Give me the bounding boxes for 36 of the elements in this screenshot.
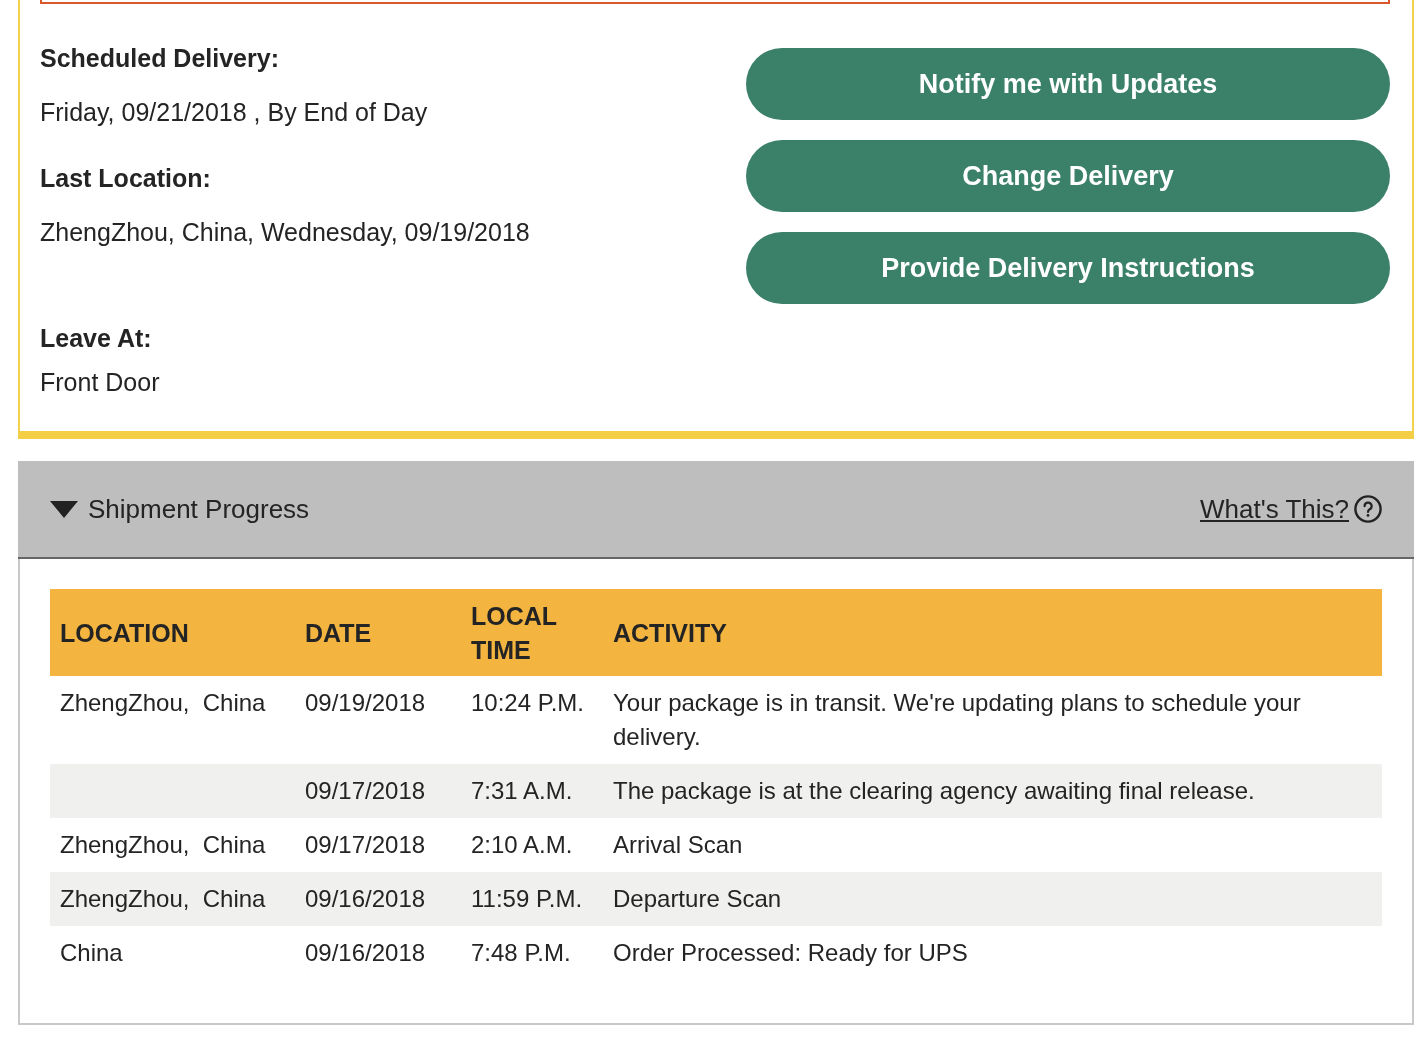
time-cell: 7:31 A.M. <box>461 764 603 818</box>
activity-cell: Departure Scan <box>603 872 1382 926</box>
time-cell: 11:59 P.M. <box>461 872 603 926</box>
column-header: LOCATION <box>50 589 295 676</box>
detail-value: Friday, 09/21/2018 , By End of Day <box>40 97 429 128</box>
action-button[interactable]: Change Delivery <box>746 140 1390 212</box>
detail-label: Leave At: <box>40 323 153 354</box>
column-header: LOCAL TIME <box>461 589 603 676</box>
detail-value: Front Door <box>40 367 161 398</box>
date-cell: 09/16/2018 <box>295 872 461 926</box>
column-header: ACTIVITY <box>603 589 1382 676</box>
detail-label: Last Location: <box>40 163 212 194</box>
detail-label: Scheduled Delivery: <box>40 43 280 74</box>
help-link[interactable]: What's This? <box>1200 493 1349 525</box>
detail-value: ZhengZhou, China, Wednesday, 09/19/2018 <box>40 217 531 248</box>
time-cell: 10:24 P.M. <box>461 676 603 764</box>
location-cell: ZhengZhou, China <box>50 676 295 764</box>
action-button[interactable]: Notify me with Updates <box>746 48 1390 120</box>
date-cell: 09/19/2018 <box>295 676 461 764</box>
date-cell: 09/17/2018 <box>295 818 461 872</box>
location-cell: ZhengZhou, China <box>50 818 295 872</box>
activity-cell: The package is at the clearing agency awaiting final release. <box>603 764 1382 818</box>
time-cell: 2:10 A.M. <box>461 818 603 872</box>
help-icon[interactable] <box>1354 495 1382 523</box>
time-cell: 7:48 P.M. <box>461 926 603 980</box>
date-cell: 09/17/2018 <box>295 764 461 818</box>
activity-cell: Order Processed: Ready for UPS <box>603 926 1382 980</box>
action-button[interactable]: Provide Delivery Instructions <box>746 232 1390 304</box>
location-cell: ZhengZhou, China <box>50 872 295 926</box>
activity-cell: Arrival Scan <box>603 818 1382 872</box>
expand-triangle-icon[interactable] <box>50 500 78 518</box>
section-title[interactable]: Shipment Progress <box>88 493 310 525</box>
column-header: DATE <box>295 589 461 676</box>
activity-cell: Your package is in transit. We're updating plans to schedule your delivery. <box>603 676 1382 764</box>
date-cell: 09/16/2018 <box>295 926 461 980</box>
location-cell: China <box>50 926 295 980</box>
